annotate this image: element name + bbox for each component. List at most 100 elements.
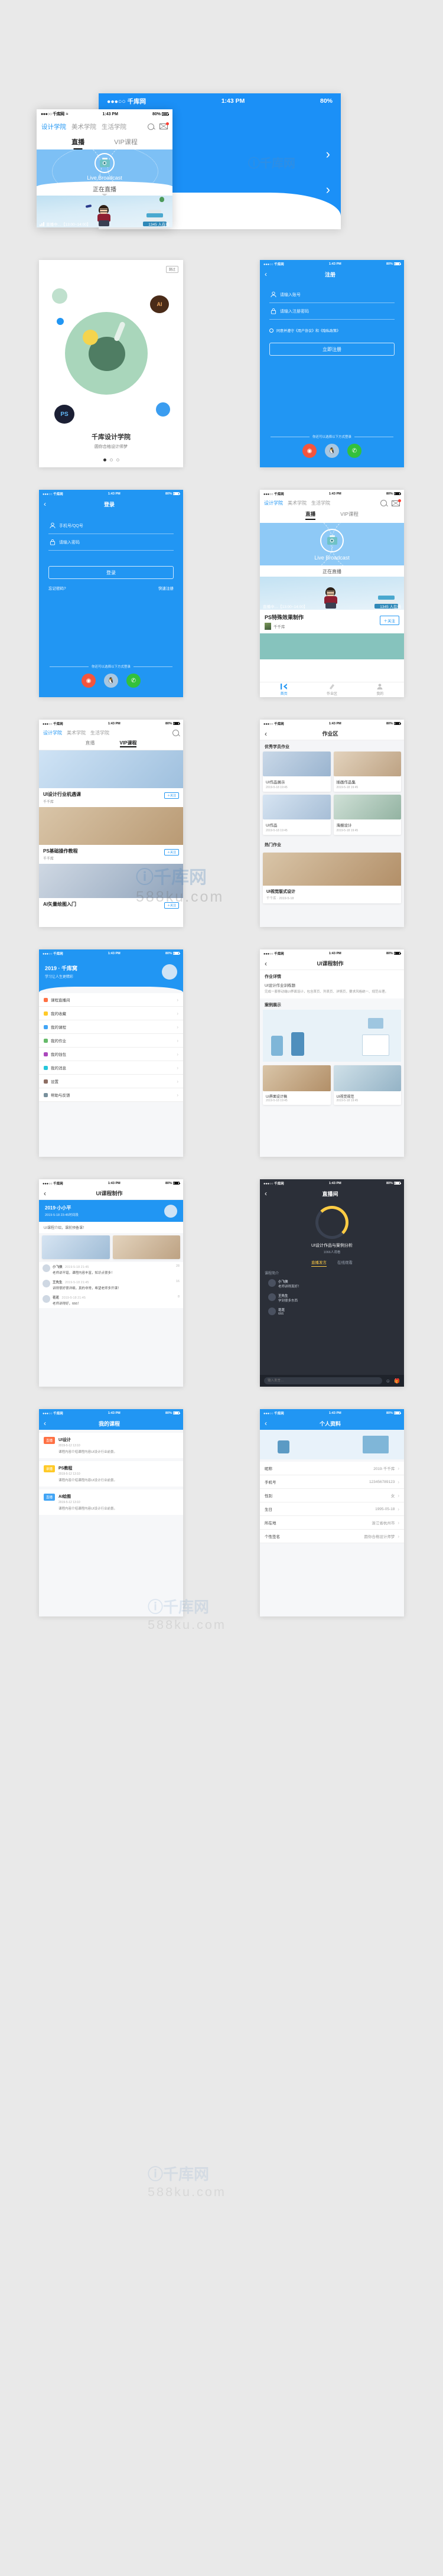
- menu-item-wallet[interactable]: 我的钱包 ›: [39, 1048, 183, 1061]
- tab-live[interactable]: 直播: [71, 137, 84, 147]
- quick-register-link[interactable]: 快速注册: [158, 585, 174, 591]
- course-row[interactable]: 录播 PS教程 2019-5-12 13:10 课程内容介绍课程内容UI设计行业…: [39, 1461, 183, 1487]
- profile-row-signature[interactable]: 个性签名 圆你合格设计师梦 ›: [260, 1530, 404, 1543]
- account-field[interactable]: 请输入账号: [269, 287, 395, 303]
- case-card[interactable]: UI界面设计稿 2019-5-18 19:45: [263, 1065, 331, 1105]
- register-submit-button[interactable]: 立即注册: [269, 343, 395, 356]
- live-banner[interactable]: Live Broadcast: [260, 523, 404, 565]
- chat-input[interactable]: [264, 1377, 382, 1384]
- gift-icon[interactable]: 🎁: [394, 1378, 400, 1384]
- battery-icon: [173, 492, 180, 496]
- live-image[interactable]: [42, 1235, 110, 1259]
- menu-item-homework[interactable]: 我的作业 ›: [39, 1034, 183, 1048]
- like-count[interactable]: 28: [176, 1264, 180, 1268]
- hot-homework-card[interactable]: UI视觉版式设计 千千库 · 2019-5-18: [263, 853, 401, 903]
- homework-card[interactable]: UI作品展示 2019-5-18 19:45: [263, 752, 331, 792]
- weibo-icon[interactable]: ◉: [302, 444, 317, 458]
- search-icon[interactable]: [148, 123, 154, 130]
- like-count[interactable]: 8: [178, 1295, 180, 1299]
- chevron-right-icon: ›: [398, 1465, 399, 1471]
- course-item[interactable]: PS基础操作教程 千千库 ＋关注: [39, 807, 183, 864]
- tab-online[interactable]: 在线观看: [337, 1259, 353, 1267]
- follow-button[interactable]: ＋关注: [164, 792, 179, 799]
- row-value: 2019·千千库: [373, 1467, 395, 1471]
- homework-card[interactable]: 插画作品集 2019-5-18 19:45: [333, 752, 401, 792]
- nav-bar: ‹ 直播间: [260, 1187, 404, 1200]
- qq-icon[interactable]: 🐧: [325, 444, 339, 458]
- tab-vip-course[interactable]: VIP课程: [114, 137, 138, 147]
- live-sub: 1066人观看: [323, 1251, 341, 1254]
- tabbar-item-homework[interactable]: 作业区: [308, 684, 356, 696]
- pager-dots[interactable]: [39, 458, 183, 461]
- post-card[interactable]: PS特殊效果制作 千千库 ＋关注: [260, 610, 404, 633]
- live-thumbnail[interactable]: 直播中…【13:00~14:00】 1345 人在线: [260, 577, 404, 610]
- category-design[interactable]: 设计学院: [264, 500, 283, 506]
- category-art[interactable]: 美术学院: [67, 730, 86, 736]
- wechat-icon[interactable]: ✆: [126, 674, 141, 688]
- phone-field[interactable]: 手机号/QQ号: [48, 518, 174, 534]
- login-submit-button[interactable]: 登录: [48, 566, 174, 579]
- menu-item-live[interactable]: 课程直播间 ›: [39, 993, 183, 1007]
- profile-row-location[interactable]: 所在地 浙江省杭州市 ›: [260, 1516, 404, 1530]
- player-area[interactable]: [260, 1200, 404, 1243]
- category-design[interactable]: 设计学院: [41, 122, 66, 131]
- tab-vip[interactable]: VIP课程: [340, 510, 359, 520]
- agreement-row[interactable]: 同意并遵守《用户协议》和《隐私政策》: [269, 328, 395, 333]
- emoji-icon[interactable]: ☺: [386, 1378, 390, 1384]
- mail-icon[interactable]: [392, 499, 401, 506]
- like-count[interactable]: 16: [176, 1280, 180, 1283]
- agreement-label: 同意并遵守《用户协议》和《隐私政策》: [276, 330, 341, 333]
- tab-live[interactable]: 直播: [86, 740, 95, 747]
- weibo-icon[interactable]: ◉: [82, 674, 96, 688]
- menu-item-settings[interactable]: 设置 ›: [39, 1075, 183, 1088]
- qq-icon[interactable]: 🐧: [104, 674, 118, 688]
- live-image[interactable]: [112, 1235, 180, 1259]
- comment-time: 2019-5-18 21:45: [61, 1296, 86, 1300]
- password-field[interactable]: 请输入注册密码: [269, 303, 395, 320]
- menu-item-help[interactable]: 帮助与反馈 ›: [39, 1088, 183, 1102]
- case-card[interactable]: UI视觉规范 2019-5-18 19:45: [333, 1065, 401, 1105]
- course-banner[interactable]: [260, 633, 404, 659]
- homework-card[interactable]: 海报设计 2019-5-18 19:45: [333, 795, 401, 835]
- search-icon[interactable]: [380, 500, 387, 506]
- tab-live-chat[interactable]: 直播发言: [311, 1259, 327, 1267]
- category-design[interactable]: 设计学院: [43, 730, 62, 736]
- menu-item-messages[interactable]: 我的消息 ›: [39, 1061, 183, 1075]
- live-banner[interactable]: Live Broadcast: [37, 149, 172, 186]
- course-item[interactable]: UI设计行业机遇课 千千库 ＋关注: [39, 750, 183, 807]
- wechat-icon[interactable]: ✆: [347, 444, 361, 458]
- profile-row-phone[interactable]: 手机号 123456789123 ›: [260, 1475, 404, 1489]
- category-art[interactable]: 美术学院: [71, 122, 96, 131]
- category-art[interactable]: 美术学院: [288, 500, 307, 506]
- menu-item-courses[interactable]: 我的课程 ›: [39, 1020, 183, 1034]
- profile-row-nickname[interactable]: 昵称 2019·千千库 ›: [260, 1462, 404, 1475]
- course-item[interactable]: AI矢量绘图入门 ＋关注: [39, 864, 183, 910]
- tab-vip[interactable]: VIP课程: [119, 740, 137, 747]
- profile-row-birthday[interactable]: 生日 1995-05-18 ›: [260, 1502, 404, 1516]
- search-icon[interactable]: [172, 730, 179, 736]
- avatar[interactable]: [162, 964, 177, 980]
- category-life[interactable]: 生活学院: [102, 122, 126, 131]
- course-row[interactable]: 直播 AI绘图 2019-5-12 13:10 课程内容介绍课程内容UI设计行业…: [39, 1489, 183, 1515]
- category-life[interactable]: 生活学院: [311, 500, 330, 506]
- live-thumbnail[interactable]: 直播中…【13:00~14:00】 1345 人在线: [37, 196, 172, 227]
- follow-button[interactable]: ＋关注: [164, 902, 179, 909]
- person-icon: [377, 684, 383, 689]
- password-field[interactable]: 请输入密码: [48, 534, 174, 551]
- forgot-password-link[interactable]: 忘记密码?: [48, 585, 66, 591]
- home-logo-icon: [281, 684, 287, 689]
- follow-button[interactable]: ＋关注: [164, 849, 179, 856]
- tab-live[interactable]: 直播: [305, 510, 316, 520]
- mail-icon[interactable]: [159, 122, 169, 129]
- homework-card[interactable]: UI作品 2019-5-18 19:45: [263, 795, 331, 835]
- menu-item-favorites[interactable]: 我的收藏 ›: [39, 1007, 183, 1020]
- profile-row-gender[interactable]: 性别 女 ›: [260, 1489, 404, 1502]
- course-row[interactable]: 直播 UI设计 2019-5-12 13:10 课程内容介绍课程内容UI设计行业…: [39, 1433, 183, 1458]
- tabbar-item-mine[interactable]: 我的: [356, 684, 404, 696]
- category-life[interactable]: 生活学院: [90, 730, 109, 736]
- skip-button[interactable]: 跳过: [165, 266, 178, 273]
- follow-button[interactable]: ＋关注: [379, 616, 399, 625]
- illustration-lemon: [83, 330, 98, 345]
- tabbar-item-home[interactable]: 首页: [260, 684, 308, 696]
- decor-circle: [156, 402, 170, 417]
